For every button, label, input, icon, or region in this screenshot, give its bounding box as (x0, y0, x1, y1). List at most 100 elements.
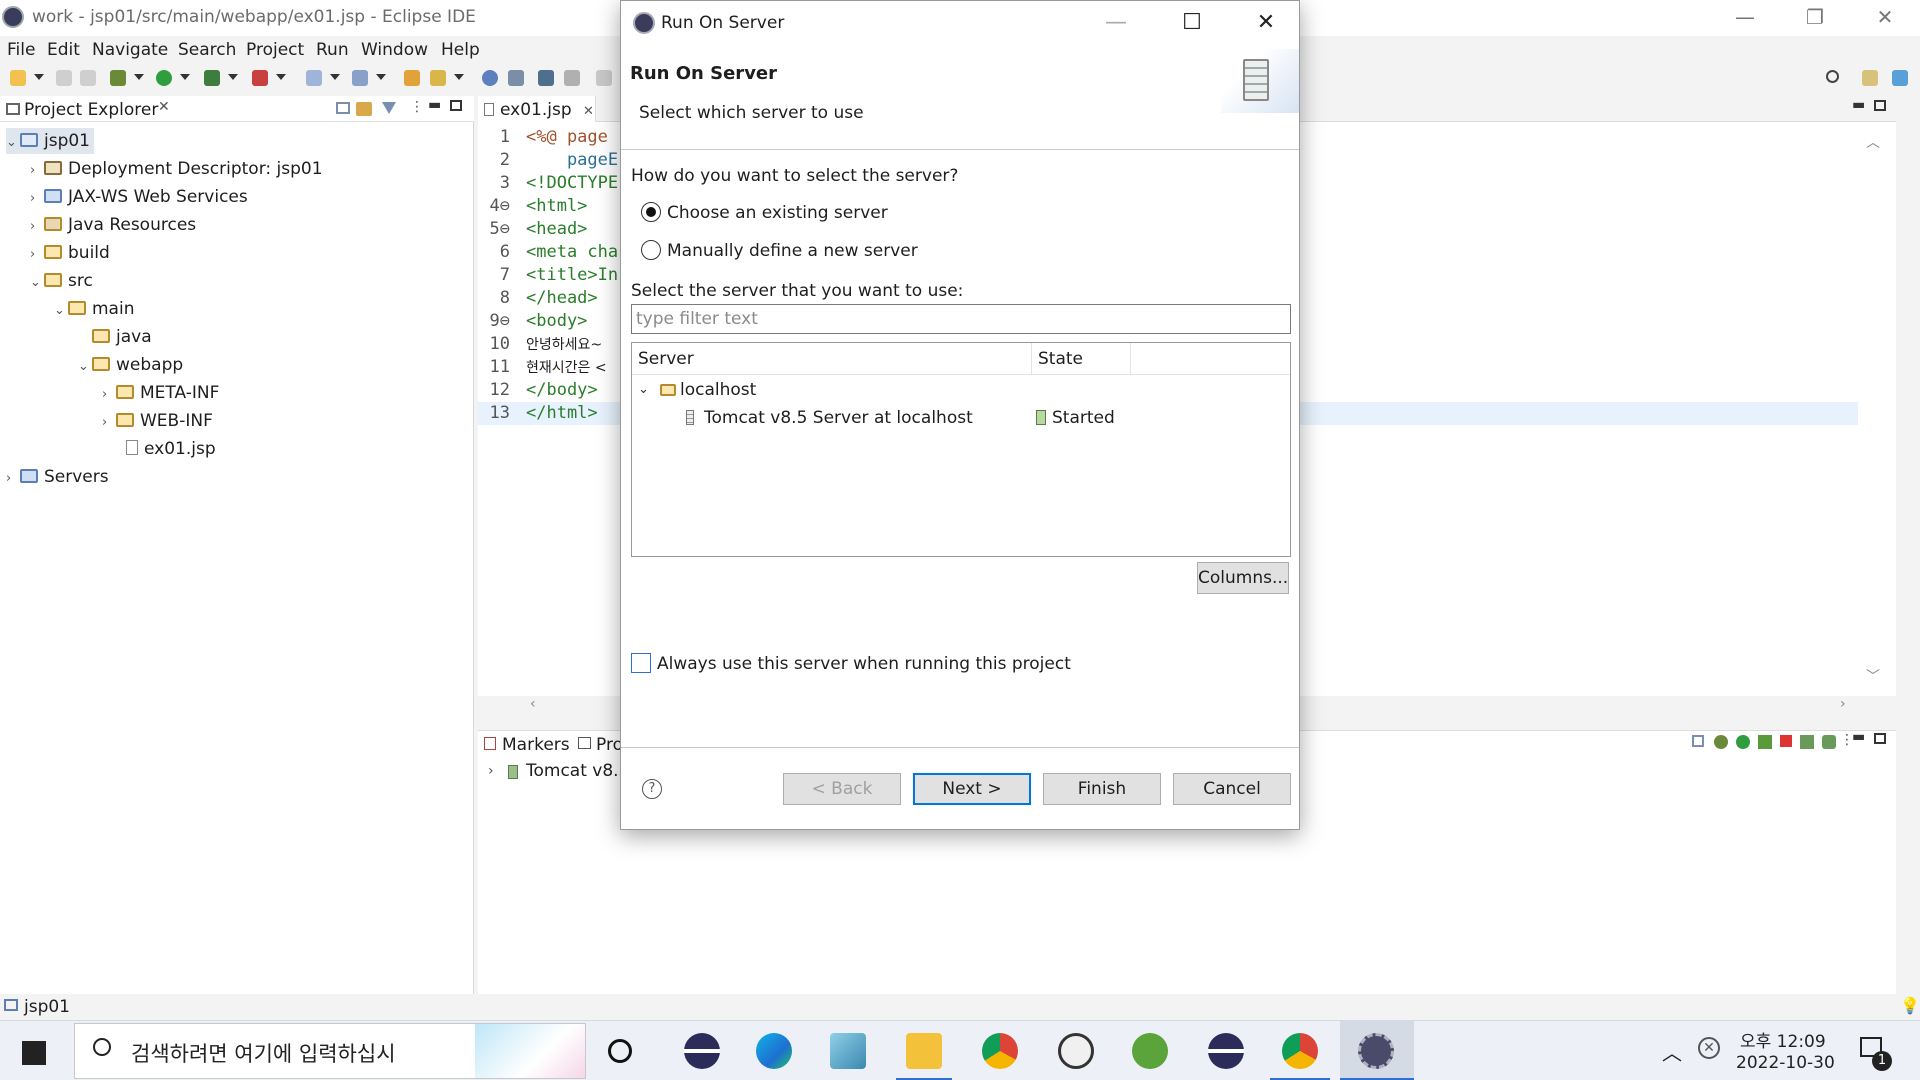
windows-start-icon[interactable] (22, 1041, 46, 1065)
dropdown-arrow-icon[interactable] (330, 74, 340, 80)
taskbar-search-box[interactable]: 검색하려면 여기에 입력하십시 (74, 1023, 586, 1079)
cortana-icon[interactable] (608, 1039, 632, 1063)
column-separator[interactable] (1130, 343, 1131, 375)
scroll-right-icon[interactable]: › (1840, 696, 1846, 712)
external-tools-icon[interactable] (252, 70, 268, 86)
new-class-icon[interactable] (352, 70, 368, 86)
dropdown-arrow-icon[interactable] (376, 74, 386, 80)
tab-properties[interactable]: Pro (596, 735, 623, 755)
chevron-down-icon[interactable]: ⌄ (30, 270, 44, 296)
tree-item-servers[interactable]: › Servers (6, 464, 109, 490)
filter-icon[interactable] (382, 102, 396, 114)
tree-item-deployment-descriptor[interactable]: › Deployment Descriptor: jsp01 (30, 156, 323, 182)
chevron-right-icon[interactable]: › (30, 158, 44, 184)
globe-icon[interactable] (482, 70, 498, 86)
tree-item-java-resources[interactable]: › Java Resources (30, 212, 196, 238)
eclipse-app-icon[interactable] (684, 1033, 720, 1069)
tree-item-webapp[interactable]: ⌄ webapp (78, 352, 183, 378)
pin-icon[interactable] (564, 70, 580, 86)
maximize-view-icon[interactable] (1874, 100, 1886, 111)
network-disconnected-icon[interactable]: ✕ (1698, 1037, 1720, 1059)
code-line[interactable]: 12 </body> (478, 379, 598, 402)
open-perspective-icon[interactable] (1862, 70, 1878, 86)
chevron-down-icon[interactable]: ⌄ (54, 298, 68, 324)
publish-icon[interactable] (1800, 735, 1814, 749)
code-line[interactable]: 8 </head> (478, 287, 598, 310)
menu-project[interactable]: Project (246, 40, 304, 60)
tree-item-jsp01[interactable]: ⌄ jsp01 (6, 128, 94, 154)
tab-ex01-jsp[interactable]: ex01.jsp ✕ (478, 96, 596, 122)
minimize-view-icon[interactable]: ▬ (428, 97, 441, 113)
table-row-tomcat[interactable]: Tomcat v8.5 Server at localhost Started (632, 405, 1290, 431)
file-explorer-icon[interactable] (906, 1033, 942, 1069)
server-row-label[interactable]: Tomcat v8.5 (526, 761, 629, 781)
eclipse-work-icon[interactable] (1358, 1033, 1394, 1069)
open-type-icon[interactable] (404, 70, 420, 86)
cancel-button[interactable]: Cancel (1173, 773, 1291, 805)
close-tab-icon[interactable]: ✕ (158, 99, 170, 115)
search-tool-icon[interactable] (430, 70, 446, 86)
chevron-right-icon[interactable]: › (102, 410, 116, 436)
dropdown-arrow-icon[interactable] (180, 74, 190, 80)
columns-button[interactable]: Columns... (1197, 562, 1289, 594)
run-icon[interactable] (156, 70, 172, 86)
chevron-right-icon[interactable]: › (30, 186, 44, 212)
close-tab-icon[interactable]: ✕ (583, 104, 594, 119)
chevron-down-icon[interactable]: ⌄ (638, 377, 649, 403)
search-icon[interactable] (1826, 70, 1839, 83)
dropdown-arrow-icon[interactable] (228, 74, 238, 80)
debug-icon[interactable] (110, 70, 126, 86)
notes-app-icon[interactable] (830, 1033, 866, 1069)
maximize-view-icon[interactable] (1874, 733, 1886, 744)
collapse-all-icon[interactable] (336, 102, 350, 114)
manual-server-label[interactable]: Manually define a new server (667, 241, 918, 261)
code-line[interactable]: 1 <%@ page (478, 126, 608, 149)
existing-server-label[interactable]: Choose an existing server (667, 203, 888, 223)
column-separator[interactable] (1031, 343, 1032, 375)
menu-file[interactable]: File (7, 40, 35, 60)
debug-server-icon[interactable] (1714, 735, 1728, 749)
always-use-label[interactable]: Always use this server when running this… (657, 654, 1071, 674)
spring-tools-icon[interactable] (1132, 1033, 1168, 1069)
always-use-checkbox[interactable] (631, 653, 651, 673)
chevron-right-icon[interactable]: › (30, 242, 44, 268)
code-line[interactable]: 11 현재시간은 < (478, 356, 607, 379)
code-line[interactable]: 7 <title>In (478, 264, 618, 287)
dropdown-arrow-icon[interactable] (134, 74, 144, 80)
maximize-view-icon[interactable] (450, 100, 462, 111)
tip-icon[interactable]: 💡 (1900, 996, 1920, 1015)
save-icon[interactable] (56, 70, 72, 86)
next-button[interactable]: Next > (913, 773, 1031, 805)
dropdown-arrow-icon[interactable] (276, 74, 286, 80)
minimize-view-icon[interactable]: ▬ (1852, 97, 1865, 113)
dropdown-arrow-icon[interactable] (34, 74, 44, 80)
menu-navigate[interactable]: Navigate (92, 40, 168, 60)
code-line[interactable]: 3 <!DOCTYPE (478, 172, 618, 195)
taskbar-search-input[interactable]: 검색하려면 여기에 입력하십시 (131, 1038, 396, 1068)
dialog-close-button[interactable]: ✕ (1231, 1, 1301, 45)
collapse-icon[interactable] (1692, 735, 1704, 747)
tree-item-meta-inf[interactable]: › META-INF (102, 380, 219, 406)
show-hidden-icons-icon[interactable]: ︿ (1662, 1037, 1682, 1066)
tab-markers[interactable]: Markers (502, 735, 570, 755)
clock-time[interactable]: 오후 12:09 (1740, 1027, 1826, 1052)
edge-icon[interactable] (756, 1033, 792, 1069)
tree-item-web-inf[interactable]: › WEB-INF (102, 408, 213, 434)
finish-button[interactable]: Finish (1043, 773, 1161, 805)
chevron-right-icon[interactable]: › (30, 214, 44, 240)
table-row-localhost[interactable]: ⌄ localhost (632, 377, 1290, 403)
scroll-left-icon[interactable]: ‹ (530, 696, 536, 712)
restore-button[interactable]: ❐ (1780, 0, 1850, 36)
code-line[interactable]: 10 안녕하세요~ (478, 333, 603, 356)
view-menu-icon[interactable]: ⋮ (410, 99, 424, 115)
scroll-up-icon[interactable]: ︿ (1866, 132, 1880, 152)
chevron-down-icon[interactable]: ⌄ (78, 354, 92, 380)
project-explorer-tab[interactable]: Project Explorer (24, 100, 158, 120)
dropdown-arrow-icon[interactable] (454, 74, 464, 80)
tree-item-src[interactable]: ⌄ src (30, 268, 93, 294)
chevron-right-icon[interactable]: › (488, 763, 494, 779)
column-state[interactable]: State (1038, 349, 1083, 369)
filter-input[interactable]: type filter text (631, 304, 1291, 334)
code-line[interactable]: 4⊖ <html> (478, 195, 588, 218)
terminal-icon[interactable] (538, 70, 554, 86)
